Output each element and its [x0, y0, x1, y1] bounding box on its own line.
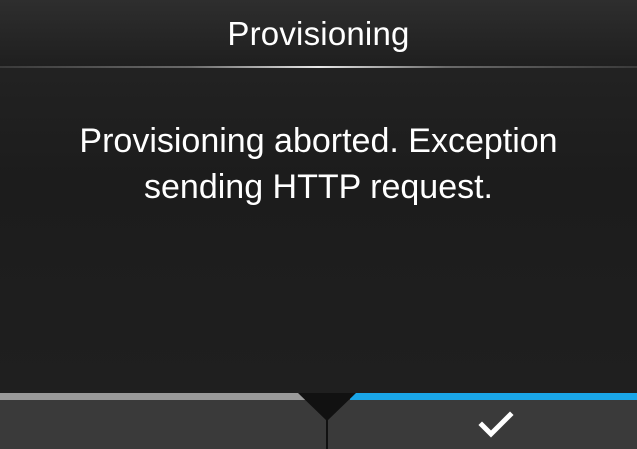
printer-screen: Provisioning Provisioning aborted. Excep… [0, 0, 637, 449]
right-softkey-indicator [350, 393, 637, 400]
page-title: Provisioning [227, 15, 410, 52]
center-notch [298, 393, 356, 421]
title-bar: Provisioning [0, 0, 637, 66]
title-divider [0, 66, 637, 68]
left-softkey-indicator [0, 393, 305, 400]
left-softkey-button[interactable] [0, 393, 326, 449]
checkmark-icon [478, 411, 514, 438]
dialog-message: Provisioning aborted. Exception sending … [79, 122, 558, 206]
